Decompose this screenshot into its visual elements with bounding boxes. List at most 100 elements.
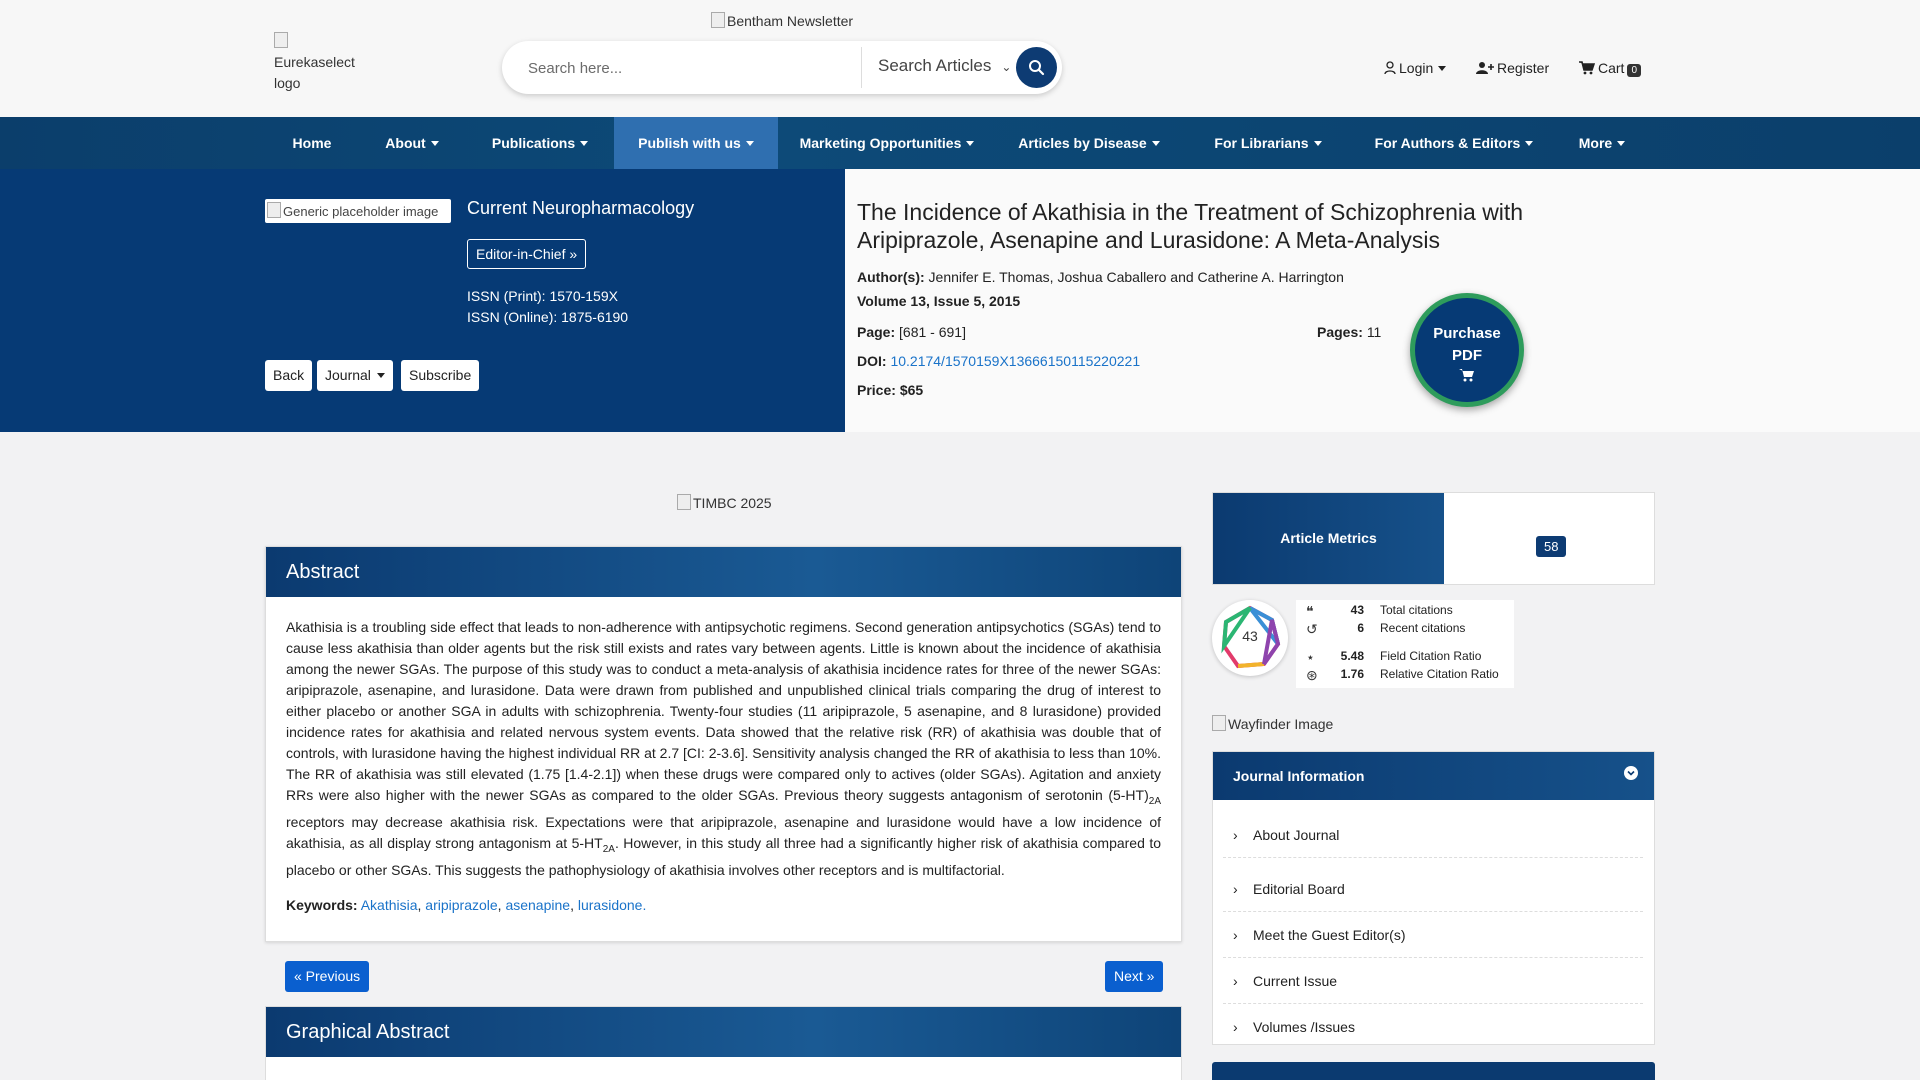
login-dropdown[interactable]: Login bbox=[1384, 60, 1447, 76]
collapse-toggle[interactable] bbox=[1624, 766, 1638, 780]
keyword-link[interactable]: Akathisia bbox=[361, 897, 418, 913]
sidebar-item-editorial-board[interactable]: › Editorial Board bbox=[1223, 866, 1643, 912]
subscribe-button[interactable]: Subscribe bbox=[401, 360, 480, 391]
user-plus-icon bbox=[1476, 62, 1494, 74]
doi-link[interactable]: 10.2174/1570159X13666150115220221 bbox=[890, 353, 1140, 369]
journal-button-label: Journal bbox=[325, 367, 371, 383]
broken-image-icon bbox=[274, 32, 288, 48]
register-label: Register bbox=[1497, 60, 1550, 76]
journal-header: Generic placeholder image Current Neurop… bbox=[0, 169, 845, 432]
newsletter-banner[interactable]: Bentham Newsletter bbox=[711, 12, 853, 29]
next-sidebar-card bbox=[1212, 1062, 1655, 1080]
keyword-link[interactable]: aripiprazole bbox=[425, 897, 497, 913]
sidebar-item-label: About Journal bbox=[1253, 827, 1340, 843]
cart-link[interactable]: Cart 0 bbox=[1579, 60, 1642, 77]
top-header: Eurekaselect logo Bentham Newsletter Sea… bbox=[0, 0, 1920, 117]
price-value: $65 bbox=[899, 382, 924, 398]
site-logo[interactable]: Eurekaselect logo bbox=[274, 31, 374, 94]
sidebar-item-label: Current Issue bbox=[1253, 973, 1338, 989]
page-label: Page: bbox=[857, 324, 896, 340]
cart-label: Cart bbox=[1598, 60, 1625, 76]
doi-label: DOI: bbox=[857, 353, 887, 369]
journal-name[interactable]: Current Neuropharmacology bbox=[467, 198, 694, 219]
caret-down-icon bbox=[376, 373, 385, 378]
next-button[interactable]: Next » bbox=[1105, 961, 1164, 992]
nav-home[interactable]: Home bbox=[266, 117, 358, 169]
keywords: Keywords: Akathisia, aripiprazole, asena… bbox=[286, 896, 647, 913]
caret-down-icon bbox=[745, 141, 754, 146]
abstract-subscript-2: 2A bbox=[602, 843, 615, 855]
nav-label: Publications bbox=[491, 135, 576, 151]
citation-value: 6 bbox=[1357, 621, 1364, 635]
journal-information-header[interactable]: Journal Information bbox=[1213, 752, 1654, 800]
caret-down-icon bbox=[966, 141, 975, 146]
nav-marketing-opportunities[interactable]: Marketing Opportunities bbox=[778, 117, 996, 169]
purchase-pdf-button[interactable]: Purchase PDF bbox=[1410, 293, 1524, 407]
subscribe-label: Subscribe bbox=[409, 367, 472, 383]
page-value: [681 - 691] bbox=[899, 324, 966, 340]
nav-more[interactable]: More bbox=[1554, 117, 1650, 169]
search-scope-label: Search Articles bbox=[878, 56, 992, 75]
article-volume[interactable]: Volume 13, Issue 5, 2015 bbox=[857, 293, 1020, 309]
nav-for-authors-editors[interactable]: For Authors & Editors bbox=[1354, 117, 1554, 169]
sidebar-item-volumes-issues[interactable]: › Volumes /Issues bbox=[1223, 1004, 1643, 1050]
citation-label: Total citations bbox=[1380, 603, 1453, 617]
caret-down-icon bbox=[1438, 66, 1447, 71]
search-button[interactable] bbox=[1016, 47, 1057, 88]
authors-value: Jennifer E. Thomas, Joshua Caballero and… bbox=[928, 269, 1344, 285]
promo-banner[interactable]: TIMBC 2025 bbox=[677, 494, 772, 511]
caret-down-icon bbox=[1525, 141, 1534, 146]
nav-publish-with-us[interactable]: Publish with us bbox=[614, 117, 778, 169]
citation-label: Field Citation Ratio bbox=[1380, 649, 1482, 663]
issn-print: ISSN (Print): 1570-159X bbox=[467, 288, 618, 304]
citation-value: 5.48 bbox=[1340, 649, 1364, 663]
wayfinder-image[interactable]: Wayfinder Image bbox=[1212, 715, 1333, 732]
purchase-label: Purchase bbox=[1433, 325, 1501, 342]
dimensions-badge[interactable]: 43 bbox=[1212, 600, 1288, 676]
metrics-count-badge[interactable]: 58 bbox=[1536, 536, 1567, 557]
chevron-down-icon bbox=[1627, 770, 1635, 776]
banner-alt-text: TIMBC 2025 bbox=[693, 495, 772, 511]
article-metrics-card: Article Metrics 58 bbox=[1212, 492, 1655, 585]
abstract-part-1: Akathisia is a troubling side effect tha… bbox=[286, 619, 1161, 803]
journal-cover: Generic placeholder image bbox=[265, 199, 451, 223]
editor-in-chief-button[interactable]: Editor-in-Chief » bbox=[467, 239, 587, 269]
graphical-abstract-card: Graphical Abstract bbox=[265, 1006, 1182, 1080]
sidebar-item-guest-editors[interactable]: › Meet the Guest Editor(s) bbox=[1223, 912, 1643, 958]
back-label: Back bbox=[273, 367, 305, 383]
nav-articles-by-disease[interactable]: Articles by Disease bbox=[996, 117, 1182, 169]
user-icon bbox=[1384, 61, 1396, 75]
cover-alt-text: Generic placeholder image bbox=[283, 204, 439, 219]
nav-label: Home bbox=[292, 135, 332, 151]
pages-label: Pages: bbox=[1317, 324, 1363, 340]
chevron-right-icon: › bbox=[1233, 1019, 1238, 1035]
caret-down-icon bbox=[1151, 141, 1160, 146]
sidebar-item-current-issue[interactable]: › Current Issue bbox=[1223, 958, 1643, 1004]
chevron-down-icon: ⌄ bbox=[1001, 60, 1012, 74]
citation-label: Relative Citation Ratio bbox=[1380, 667, 1499, 681]
citation-value: 43 bbox=[1350, 603, 1364, 617]
register-link[interactable]: Register bbox=[1476, 60, 1549, 76]
article-doi: DOI: 10.2174/1570159X13666150115220221 bbox=[857, 353, 1140, 369]
broken-image-icon bbox=[267, 202, 281, 218]
keyword-link[interactable]: lurasidone. bbox=[578, 897, 647, 913]
nav-about[interactable]: About bbox=[358, 117, 466, 169]
abstract-card: Abstract Akathisia is a troubling side e… bbox=[265, 546, 1182, 942]
login-label: Login bbox=[1399, 60, 1434, 76]
previous-button[interactable]: « Previous bbox=[285, 961, 370, 992]
nav-for-librarians[interactable]: For Librarians bbox=[1182, 117, 1354, 169]
chevron-right-icon: › bbox=[1233, 881, 1238, 897]
article-authors: Author(s): Jennifer E. Thomas, Joshua Ca… bbox=[857, 269, 1344, 285]
dimensions-score: 43 bbox=[1242, 628, 1258, 644]
history-icon: ↺ bbox=[1306, 621, 1318, 637]
keyword-link[interactable]: asenapine bbox=[505, 897, 570, 913]
caret-down-icon bbox=[580, 141, 589, 146]
back-button[interactable]: Back bbox=[265, 360, 313, 391]
journal-dropdown-button[interactable]: Journal bbox=[317, 360, 393, 391]
search-scope-select[interactable]: Search Articles ⌄ bbox=[878, 56, 1011, 76]
nav-publications[interactable]: Publications bbox=[466, 117, 614, 169]
search-input[interactable] bbox=[528, 56, 828, 80]
cart-count-badge: 0 bbox=[1627, 64, 1642, 77]
sidebar-item-about-journal[interactable]: › About Journal bbox=[1223, 812, 1643, 858]
nav-label: More bbox=[1578, 135, 1613, 151]
